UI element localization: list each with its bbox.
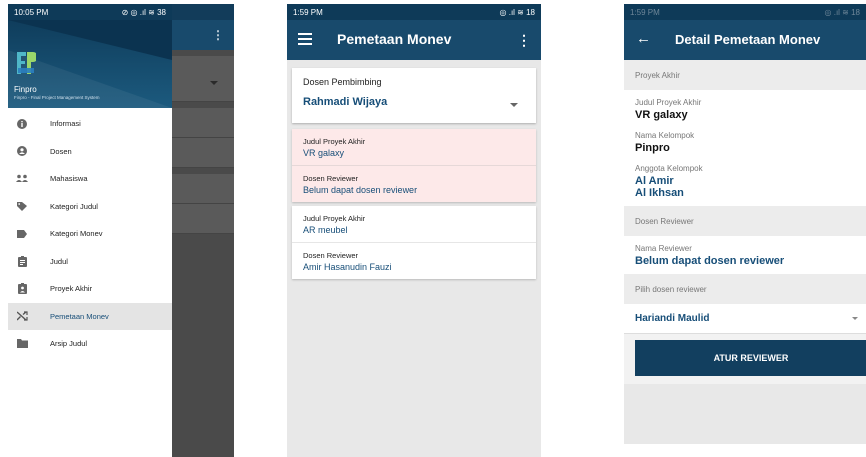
status-time: 1:59 PM bbox=[630, 7, 660, 17]
menu-item-label: Judul bbox=[50, 256, 68, 266]
menu-item-mahasiswa[interactable]: Mahasiswa bbox=[8, 165, 172, 193]
menu-item-proyek-akhir[interactable]: Proyek Akhir bbox=[8, 275, 172, 303]
field-value: Pinpro bbox=[635, 142, 670, 154]
menu-item-label: Mahasiswa bbox=[50, 174, 88, 184]
reviewer-select[interactable]: Hariandi Maulid bbox=[624, 304, 866, 334]
button-area: ATUR REVIEWER bbox=[624, 334, 866, 384]
background-caret-icon bbox=[210, 81, 218, 85]
app-bar: Pemetaan Monev ⋮ bbox=[287, 20, 541, 60]
project-card[interactable]: Judul Proyek Akhir VR galaxy Dosen Revie… bbox=[292, 129, 536, 202]
menu-item-kategori-judul[interactable]: Kategori Judul bbox=[8, 193, 172, 221]
status-bar: 1:59 PM ◎ .ıl ≋ 18 bbox=[624, 4, 866, 20]
select-value: Rahmadi Wijaya bbox=[303, 96, 388, 108]
status-bar: 1:59 PM ◎ .ıl ≋ 18 bbox=[287, 4, 541, 20]
section-header-dosen-reviewer: Dosen Reviewer bbox=[624, 206, 866, 236]
status-time: 10:05 PM bbox=[14, 7, 49, 17]
label-icon bbox=[16, 228, 28, 240]
status-icons: ◎ .ıl ≋ 18 bbox=[824, 7, 860, 17]
field-label: Nama Kelompok bbox=[635, 131, 695, 140]
field-value: VR galaxy bbox=[635, 109, 688, 121]
menu-item-label: Arsip Judul bbox=[50, 339, 88, 349]
status-icons: ⊘ ◎ .ıl ≋ 38 bbox=[121, 7, 166, 17]
page-title: Detail Pemetaan Monev bbox=[675, 32, 821, 47]
group-icon bbox=[16, 173, 28, 185]
field-judul: Judul Proyek Akhir VR galaxy bbox=[624, 90, 866, 128]
menu-item-arsip-judul[interactable]: Arsip Judul bbox=[8, 330, 172, 358]
field-value: Belum dapat dosen reviewer bbox=[635, 255, 785, 267]
menu-item-informasi[interactable]: Informasi bbox=[8, 110, 172, 138]
select-value: Hariandi Maulid bbox=[635, 313, 710, 324]
account-icon bbox=[16, 145, 28, 157]
menu-item-dosen[interactable]: Dosen bbox=[8, 138, 172, 166]
screen-navigation-drawer: ⋮ 10:05 PM ⊘ ◎ .ıl ≋ 38 Finpro Finpro - … bbox=[8, 4, 234, 457]
more-options-icon[interactable]: ⋮ bbox=[517, 32, 531, 49]
field-anggota: Anggota Kelompok Al Amir Al Ikhsan bbox=[624, 161, 866, 206]
menu-item-label: Proyek Akhir bbox=[50, 284, 93, 294]
dropdown-arrow-icon bbox=[510, 103, 518, 107]
reviewer-label: Dosen Reviewer bbox=[303, 174, 359, 183]
member-name: Al Ikhsan bbox=[635, 187, 684, 199]
status-icons: ◎ .ıl ≋ 18 bbox=[499, 7, 535, 17]
menu-item-label: Informasi bbox=[50, 119, 81, 129]
shuffle-icon bbox=[16, 310, 28, 322]
background-card bbox=[172, 138, 234, 168]
dropdown-arrow-icon bbox=[852, 317, 858, 320]
menu-item-label: Dosen bbox=[50, 146, 72, 156]
field-label: Nama Reviewer bbox=[635, 244, 692, 253]
judul-value: VR galaxy bbox=[303, 148, 345, 158]
screen-detail-pemetaan-monev: 1:59 PM ◎ .ıl ≋ 18 ← Detail Pemetaan Mon… bbox=[624, 4, 866, 457]
background-footer bbox=[624, 384, 866, 444]
app-title: Finpro bbox=[14, 85, 37, 94]
info-icon bbox=[16, 118, 28, 130]
navigation-drawer: 10:05 PM ⊘ ◎ .ıl ≋ 38 Finpro Finpro - Fi… bbox=[8, 4, 172, 457]
project-card[interactable]: Judul Proyek Akhir AR meubel Dosen Revie… bbox=[292, 206, 536, 279]
select-label: Dosen Pembimbing bbox=[303, 77, 382, 87]
section-header-pilih-reviewer: Pilih dosen reviewer bbox=[624, 274, 866, 304]
atur-reviewer-button[interactable]: ATUR REVIEWER bbox=[635, 340, 866, 376]
background-more-icon: ⋮ bbox=[212, 28, 224, 42]
judul-value: AR meubel bbox=[303, 225, 348, 235]
app-bar: ← Detail Pemetaan Monev bbox=[624, 20, 866, 60]
background-card bbox=[172, 56, 234, 102]
folder-icon bbox=[16, 338, 28, 350]
app-subtitle: Finpro - Final Project Management System bbox=[14, 95, 100, 100]
judul-label: Judul Proyek Akhir bbox=[303, 214, 366, 223]
field-label: Anggota Kelompok bbox=[635, 164, 703, 173]
field-reviewer: Nama Reviewer Belum dapat dosen reviewer bbox=[624, 236, 866, 274]
reviewer-value: Belum dapat dosen reviewer bbox=[303, 185, 418, 195]
judul-label: Judul Proyek Akhir bbox=[303, 137, 366, 146]
menu-item-label: Pemetaan Monev bbox=[50, 311, 109, 321]
dosen-pembimbing-select[interactable]: Dosen Pembimbing Rahmadi Wijaya bbox=[292, 68, 536, 123]
reviewer-value: Amir Hasanudin Fauzi bbox=[303, 262, 392, 272]
menu-item-pemetaan-monev[interactable]: Pemetaan Monev bbox=[8, 302, 172, 330]
status-bar: 10:05 PM ⊘ ◎ .ıl ≋ 38 bbox=[8, 4, 172, 20]
drawer-header: Finpro Finpro - Final Project Management… bbox=[8, 20, 172, 108]
back-arrow-icon[interactable]: ← bbox=[636, 30, 651, 47]
menu-item-judul[interactable]: Judul bbox=[8, 248, 172, 276]
screen-pemetaan-monev: 1:59 PM ◎ .ıl ≋ 18 Pemetaan Monev ⋮ Dose… bbox=[287, 4, 541, 457]
tag-icon bbox=[16, 200, 28, 212]
menu-item-label: Kategori Judul bbox=[50, 201, 98, 211]
field-label: Judul Proyek Akhir bbox=[635, 98, 702, 107]
background-card bbox=[172, 108, 234, 138]
drawer-menu: Informasi Dosen Mahasiswa Kategori Judul… bbox=[8, 108, 172, 358]
page-title: Pemetaan Monev bbox=[337, 31, 452, 47]
assignment-ind-icon bbox=[16, 283, 28, 295]
hamburger-menu-icon[interactable] bbox=[298, 33, 312, 45]
member-name: Al Amir bbox=[635, 175, 674, 187]
assignment-icon bbox=[16, 255, 28, 267]
menu-item-label: Kategori Monev bbox=[50, 229, 103, 239]
menu-item-kategori-monev[interactable]: Kategori Monev bbox=[8, 220, 172, 248]
section-header-proyek-akhir: Proyek Akhir bbox=[624, 60, 866, 90]
reviewer-label: Dosen Reviewer bbox=[303, 251, 359, 260]
finpro-logo bbox=[17, 52, 36, 74]
background-card bbox=[172, 174, 234, 204]
status-time: 1:59 PM bbox=[293, 7, 323, 17]
background-card bbox=[172, 204, 234, 234]
field-kelompok: Nama Kelompok Pinpro bbox=[624, 128, 866, 161]
